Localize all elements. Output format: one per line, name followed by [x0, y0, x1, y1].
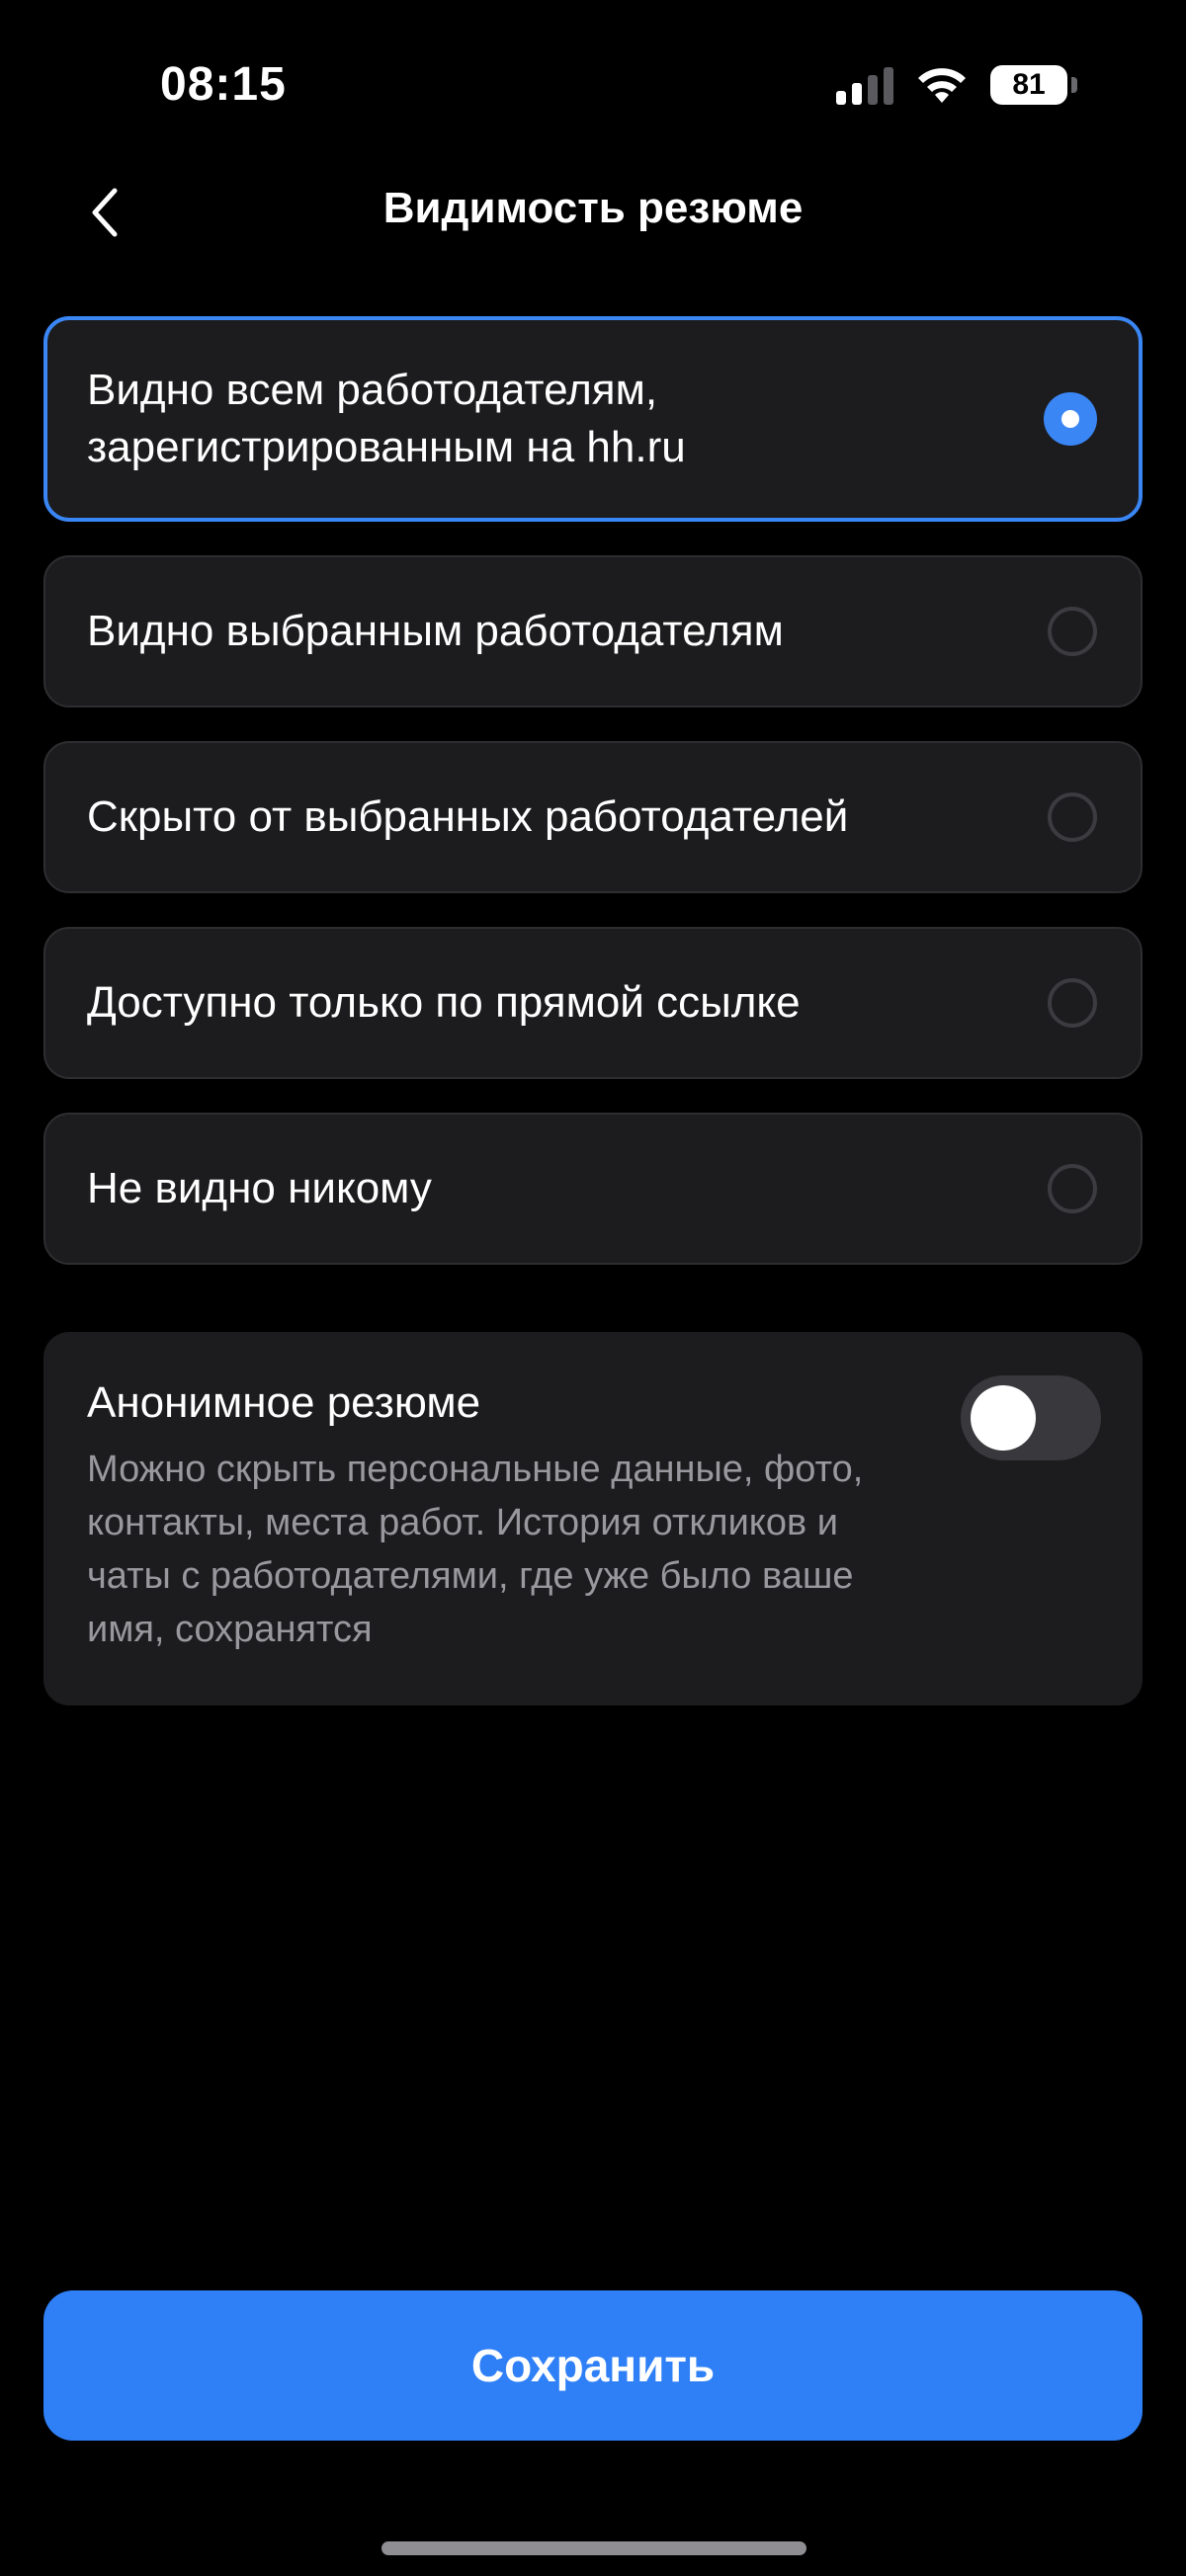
anonymous-resume-description: Можно скрыть персональные данные, фото, … [87, 1449, 864, 1650]
anonymous-resume-title: Анонимное резюме [87, 1378, 481, 1427]
battery-level: 81 [990, 65, 1067, 105]
option-label: Доступно только по прямой ссылке [87, 978, 801, 1027]
cellular-signal-icon [836, 65, 893, 105]
radio-unchecked-icon[interactable] [1048, 607, 1097, 656]
save-button[interactable]: Сохранить [43, 2290, 1143, 2441]
option-selected-employers[interactable]: Видно выбранным работодателям [43, 555, 1143, 707]
status-bar: 08:15 81 [0, 0, 1186, 173]
battery-icon: 81 [990, 65, 1077, 105]
home-indicator [381, 2541, 806, 2555]
anonymous-resume-toggle[interactable] [961, 1375, 1101, 1460]
wifi-icon [918, 68, 966, 103]
option-label: Скрыто от выбранных работодателей [87, 792, 849, 841]
option-label: Видно выбранным работодателям [87, 607, 784, 655]
option-all-employers[interactable]: Видно всем работодателям, зарегистрирова… [43, 316, 1143, 522]
toggle-knob [971, 1385, 1036, 1451]
radio-unchecked-icon[interactable] [1048, 978, 1097, 1028]
option-direct-link-only[interactable]: Доступно только по прямой ссылке [43, 927, 1143, 1079]
anonymous-resume-card: Анонимное резюме Можно скрыть персональн… [43, 1332, 1143, 1705]
option-label: Видно всем работодателям, зарегистрирова… [87, 366, 686, 471]
radio-unchecked-icon[interactable] [1048, 1164, 1097, 1213]
header: Видимость резюме [0, 168, 1186, 257]
radio-unchecked-icon[interactable] [1048, 792, 1097, 842]
status-icons: 81 [836, 65, 1077, 105]
radio-checked-icon[interactable] [1044, 392, 1097, 446]
status-time: 08:15 [160, 58, 287, 111]
page-title: Видимость резюме [382, 184, 804, 232]
option-nobody[interactable]: Не видно никому [43, 1113, 1143, 1265]
option-hidden-from-selected[interactable]: Скрыто от выбранных работодателей [43, 741, 1143, 893]
visibility-options: Видно всем работодателям, зарегистрирова… [43, 316, 1143, 1298]
option-label: Не видно никому [87, 1164, 432, 1212]
